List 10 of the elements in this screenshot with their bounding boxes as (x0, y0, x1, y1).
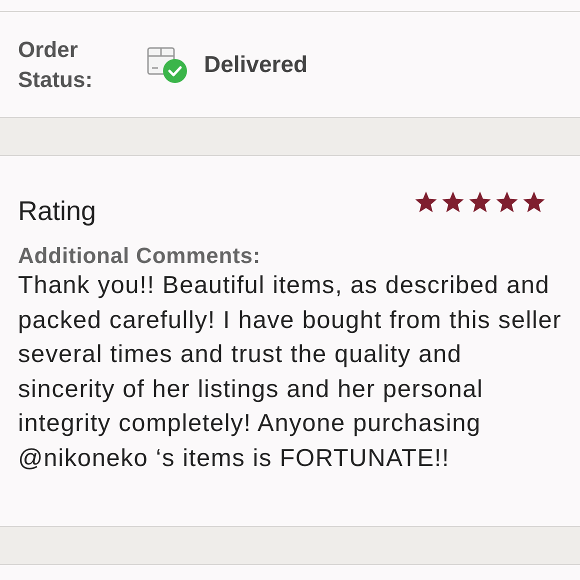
order-status-value: Delivered (204, 51, 308, 78)
star-icon (414, 190, 438, 214)
star-icon (495, 190, 519, 214)
rating-title: Rating (18, 196, 96, 227)
comments-label: Additional Comments: (18, 243, 262, 269)
star-icon (441, 190, 465, 214)
star-icon (522, 190, 546, 214)
comment-text: Thank you!! Beautiful items, as described and packed carefully! I have bought from this seller several times and trust the quality and sincerity of her listings and her personal integrity completely! Anyone purchasing @nikoneko ‘s items is FORTUNATE!! (18, 271, 562, 474)
star-icon (468, 190, 492, 214)
order-status-label: Order Status: (18, 36, 94, 94)
